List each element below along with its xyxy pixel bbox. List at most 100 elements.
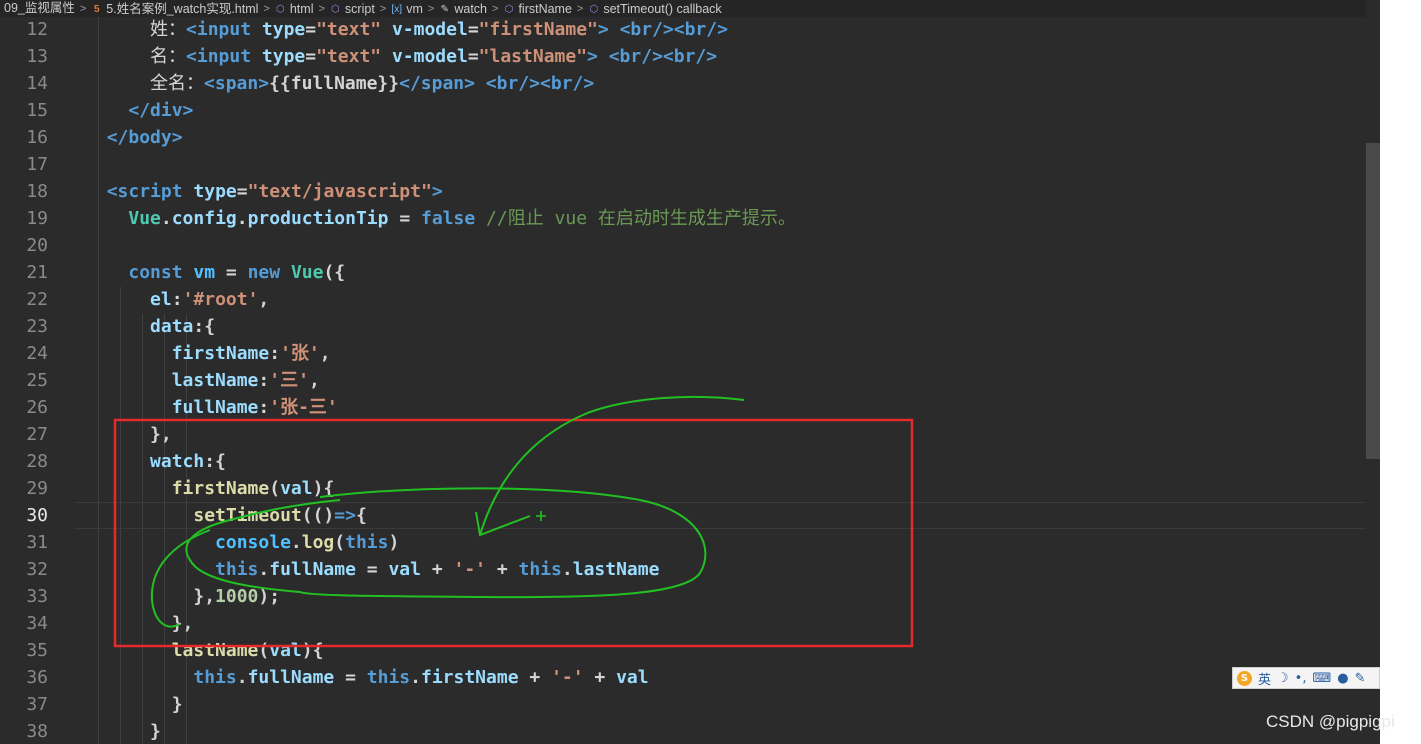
code-line[interactable]: } bbox=[85, 718, 161, 744]
code-token: lastName bbox=[171, 640, 259, 661]
code-line[interactable]: </body> bbox=[85, 124, 183, 151]
code-line[interactable]: } bbox=[85, 691, 183, 718]
breadcrumb-item[interactable]: >5 5.姓名案例_watch实现.html bbox=[75, 1, 259, 17]
breadcrumb-item[interactable]: > ⬡ html bbox=[258, 1, 313, 17]
breadcrumb-item[interactable]: > ⬡ setTimeout() callback bbox=[572, 1, 722, 17]
code-token: type bbox=[261, 19, 306, 40]
code-token: el bbox=[150, 289, 172, 310]
moon-icon[interactable]: ☽ bbox=[1277, 671, 1289, 686]
code-token: } bbox=[85, 721, 161, 742]
code-line[interactable]: 名：<input type="text" v-model="lastName">… bbox=[85, 43, 717, 70]
code-line[interactable]: const vm = new Vue({ bbox=[85, 259, 345, 286]
code-token: ){ bbox=[301, 640, 324, 661]
line-number: 26 bbox=[26, 397, 48, 418]
breadcrumb-label: html bbox=[289, 2, 314, 16]
code-token: fullName bbox=[247, 667, 335, 688]
code-line[interactable]: },1000); bbox=[85, 583, 280, 610]
breadcrumb-item[interactable]: > ✎ watch bbox=[423, 1, 487, 17]
keyboard-icon[interactable]: ⌨ bbox=[1312, 671, 1331, 686]
code-line[interactable]: watch:{ bbox=[85, 448, 226, 475]
code-token: val bbox=[269, 640, 302, 661]
code-line[interactable]: Vue.config.productionTip = false //阻止 vu… bbox=[85, 205, 796, 232]
line-number: 19 bbox=[26, 208, 48, 229]
code-token: : bbox=[269, 343, 281, 364]
wrench-icon[interactable]: ✎ bbox=[1355, 671, 1366, 686]
code-area[interactable]: 姓：<input type="text" v-model="firstName"… bbox=[74, 17, 1366, 744]
code-token: . bbox=[258, 559, 270, 580]
code-token: val bbox=[616, 667, 649, 688]
line-number: 29 bbox=[26, 478, 48, 499]
code-line[interactable]: lastName(val){ bbox=[85, 637, 324, 664]
cube-icon: ⬡ bbox=[331, 4, 340, 15]
code-token: productionTip bbox=[247, 208, 389, 229]
code-token: . bbox=[290, 532, 302, 553]
code-line[interactable]: data:{ bbox=[85, 313, 215, 340]
code-token: = bbox=[467, 19, 479, 40]
code-token: . bbox=[236, 208, 248, 229]
code-token: "text" bbox=[316, 19, 382, 40]
breadcrumb-item[interactable]: > ⬡ firstName bbox=[487, 1, 572, 17]
line-number: 13 bbox=[26, 46, 48, 67]
code-token: "text/javascript" bbox=[247, 181, 432, 202]
code-line[interactable]: firstName(val){ bbox=[85, 475, 335, 502]
code-editor[interactable]: 12 13 14 15 16 17 18 19 20 21 22 23 24 25 26 27 28 29 30 31… bbox=[0, 17, 1366, 744]
code-token: val bbox=[280, 478, 313, 499]
breadcrumb-item[interactable]: > ⬡ script bbox=[313, 1, 374, 17]
code-token: const bbox=[128, 262, 183, 283]
breadcrumb-item[interactable]: 09_监视属性 bbox=[0, 0, 75, 17]
code-token: }, bbox=[85, 586, 216, 607]
code-line[interactable]: this.fullName = this.firstName + '-' + v… bbox=[85, 664, 649, 691]
code-line[interactable]: console.log(this) bbox=[85, 529, 399, 556]
code-line[interactable]: 姓：<input type="text" v-model="firstName"… bbox=[85, 17, 728, 43]
code-line[interactable]: }, bbox=[85, 610, 194, 637]
code-token: fullName bbox=[269, 559, 356, 580]
code-token: 姓： bbox=[150, 19, 187, 40]
code-token: '-' bbox=[551, 667, 584, 688]
punctuation-icon[interactable]: •, bbox=[1295, 671, 1307, 686]
variable-icon: [x] bbox=[391, 4, 403, 15]
breadcrumb-item[interactable]: > [x] vm bbox=[375, 1, 423, 17]
line-number: 23 bbox=[26, 316, 48, 337]
sogou-logo-icon[interactable]: S bbox=[1237, 670, 1252, 686]
code-token: lastName bbox=[572, 559, 660, 580]
line-number: 21 bbox=[26, 262, 48, 283]
code-line[interactable]: </div> bbox=[85, 97, 193, 124]
user-icon[interactable]: ● bbox=[1337, 671, 1348, 686]
code-token: "lastName" bbox=[478, 46, 588, 67]
code-token: = bbox=[305, 19, 317, 40]
code-line[interactable]: firstName:'张', bbox=[85, 340, 331, 367]
code-token: . bbox=[236, 667, 248, 688]
line-number: 17 bbox=[26, 154, 48, 175]
cube-icon: ⬡ bbox=[589, 4, 599, 15]
line-number-gutter: 12 13 14 15 16 17 18 19 20 21 22 23 24 25 26 27 28 29 30 31… bbox=[0, 17, 74, 744]
code-line[interactable]: 全名：<span>{{fullName}}</span> <br/><br/> bbox=[85, 70, 594, 97]
code-token: , bbox=[308, 370, 320, 391]
code-token: false bbox=[421, 208, 476, 229]
chevron-right-icon: > bbox=[318, 3, 325, 15]
code-line[interactable]: <script type="text/javascript"> bbox=[85, 178, 443, 205]
code-token: </div> bbox=[128, 100, 194, 121]
code-line[interactable]: el:'#root', bbox=[85, 286, 269, 313]
ime-toolbar[interactable]: S 英 ☽ •, ⌨ ● ✎ bbox=[1232, 667, 1380, 689]
code-line[interactable]: lastName:'三', bbox=[85, 367, 320, 394]
code-token: ({ bbox=[323, 262, 346, 283]
ime-language-toggle[interactable]: 英 bbox=[1258, 669, 1271, 688]
code-token: '张' bbox=[280, 343, 320, 364]
chevron-right-icon: > bbox=[379, 3, 387, 15]
scrollbar-thumb[interactable] bbox=[1366, 143, 1380, 459]
line-number: 33 bbox=[26, 586, 48, 607]
code-token: </body> bbox=[106, 127, 183, 148]
code-line[interactable]: fullName:'张-三' bbox=[85, 394, 338, 421]
code-token: ( bbox=[334, 532, 346, 553]
code-line[interactable]: }, bbox=[85, 421, 172, 448]
code-token: :{ bbox=[193, 316, 216, 337]
cube-icon: ⬡ bbox=[504, 4, 514, 15]
code-token: : bbox=[171, 289, 183, 310]
code-line[interactable]: this.fullName = val + '-' + this.lastNam… bbox=[85, 556, 659, 583]
